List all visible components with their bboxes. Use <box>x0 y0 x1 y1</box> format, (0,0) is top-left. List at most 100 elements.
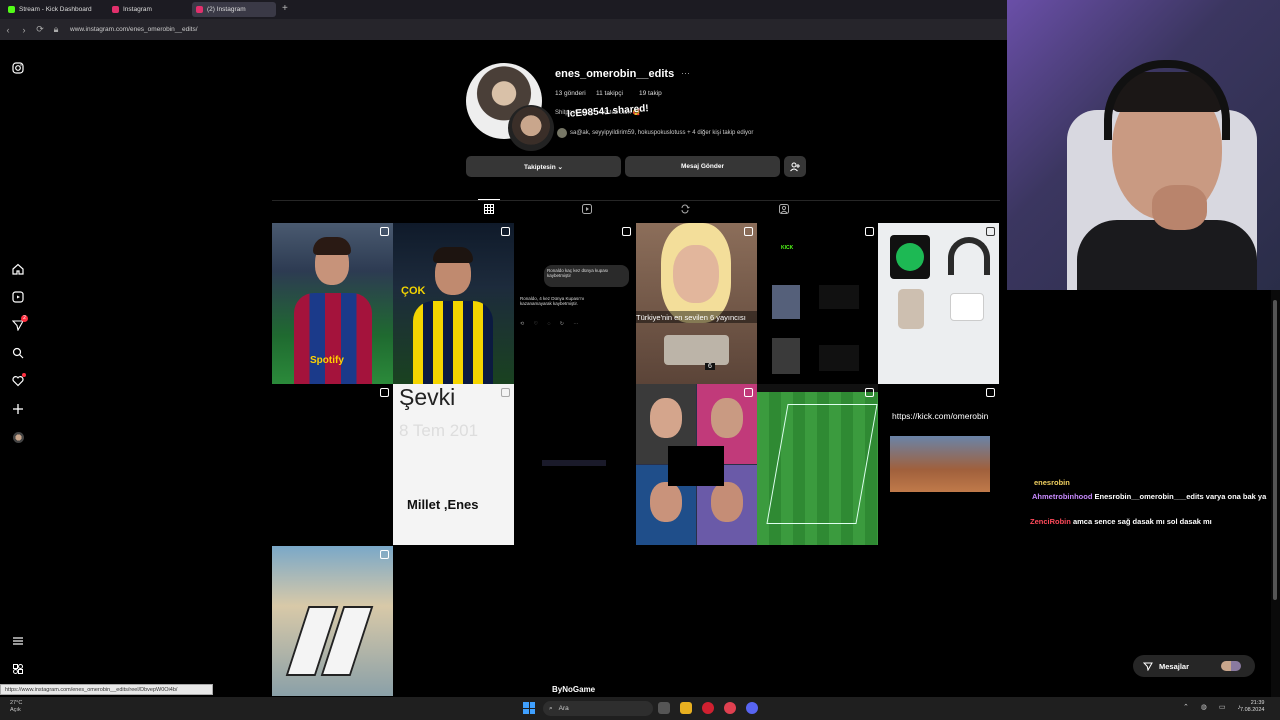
reel-icon <box>622 227 631 236</box>
following-count[interactable]: 19 takip <box>639 90 662 97</box>
chat-message: Ahmetrobinhood Enesrobin__omerobin___edi… <box>1032 491 1272 502</box>
post-tile[interactable]: Spotify <box>272 223 393 384</box>
post-tile[interactable]: KICK <box>757 223 878 384</box>
profile-avatar[interactable] <box>11 430 25 444</box>
clock-time: 21:39 <box>1250 700 1265 706</box>
tab-reposts-icon[interactable] <box>679 204 691 216</box>
tile-date: 8 Tem 201 <box>399 421 479 440</box>
suggest-people-button[interactable] <box>784 156 806 177</box>
chat-username: ZenciRobin <box>1030 517 1071 526</box>
kick-logo: KICK <box>781 245 794 251</box>
tab-kick-dashboard[interactable]: Stream - Kick Dashboard <box>4 2 102 17</box>
tile-title: Şevki <box>399 384 456 410</box>
tabs-divider <box>272 200 1000 201</box>
tab-reels-icon[interactable] <box>581 204 593 216</box>
followed-by-text[interactable]: sa@ak, seyyipyildirim59, hokuspokuslotus… <box>570 130 753 136</box>
reel-icon <box>380 227 389 236</box>
reload-icon[interactable]: ⟳ <box>32 24 48 35</box>
reel-icon <box>865 388 874 397</box>
chat-message: enesrobin <box>1034 478 1070 487</box>
tab-tagged-icon[interactable] <box>778 204 790 216</box>
post-tile[interactable]: Ronaldo kaç kez dünya kupası kaybetmişti… <box>514 223 635 384</box>
following-button[interactable]: Takiptesin ⌄ <box>466 156 621 177</box>
chat-text: Enesrobin__omerobin___edits varya ona ba… <box>1094 492 1267 501</box>
menu-icon[interactable] <box>11 634 25 648</box>
chat-username: Ahmetrobinhood <box>1032 492 1093 501</box>
reel-icon <box>501 227 510 236</box>
post-tile[interactable] <box>878 223 999 384</box>
kick-link-text: https://kick.com/omerobin <box>892 411 989 421</box>
instagram-logo-icon[interactable] <box>11 61 25 75</box>
create-icon[interactable] <box>11 402 25 416</box>
add-person-icon <box>790 162 800 171</box>
tile-bottom-text: Millet ,Enes <box>407 497 479 512</box>
chat-username: enesrobin <box>1034 478 1070 487</box>
chat-text: amca sence sağ dasak mı sol dasak mı <box>1072 517 1212 526</box>
post-tile[interactable]: Şevki 8 Tem 201 Millet ,Enes <box>393 384 514 545</box>
address-bar: ‹ › ⟳ 🔒︎ www.instagram.com/enes_omerobin… <box>0 19 1007 40</box>
reel-icon <box>380 550 389 559</box>
tab-instagram-active[interactable]: (2) Instagram <box>192 2 276 17</box>
back-icon[interactable]: ‹ <box>0 25 16 35</box>
home-icon[interactable] <box>11 262 25 276</box>
post-tile[interactable] <box>636 384 757 545</box>
reel-icon <box>380 388 389 397</box>
tab-instagram[interactable]: Instagram <box>108 2 190 17</box>
kick-favicon-icon <box>8 6 15 13</box>
active-tab-indicator <box>478 199 500 200</box>
new-tab-button[interactable]: + <box>282 3 288 14</box>
messages-icon[interactable]: 2 <box>11 315 28 332</box>
taskbar-clock[interactable]: 21:39 7.08.2024 <box>1240 700 1264 714</box>
lock-icon: 🔒︎ <box>53 24 59 34</box>
send-message-button[interactable]: Mesaj Gönder <box>625 156 780 177</box>
browser-tab-bar: Stream - Kick Dashboard Instagram (2) In… <box>0 0 1007 19</box>
reel-icon <box>986 388 995 397</box>
weather-widget[interactable]: 27°C Açık <box>10 700 22 714</box>
followers-count[interactable]: 11 takipçi <box>596 90 623 97</box>
messages-badge: 2 <box>21 315 28 322</box>
forward-icon[interactable]: › <box>16 25 32 35</box>
post-tile[interactable] <box>272 384 393 545</box>
reel-icon <box>744 388 753 397</box>
discord-icon[interactable] <box>746 702 758 714</box>
post-tile[interactable]: Türkiye'nin en sevilen 6 yayıncısı 6 <box>636 223 757 384</box>
messages-icon <box>1143 662 1153 671</box>
reels-icon[interactable] <box>11 290 25 304</box>
clock-date: 7.08.2024 <box>1240 707 1265 713</box>
messages-pill-button[interactable]: Mesajlar <box>1133 655 1255 677</box>
scrollbar-thumb[interactable] <box>1273 300 1277 600</box>
post-tile[interactable] <box>514 384 635 545</box>
search-placeholder: Ara <box>558 705 569 712</box>
weather-temp: 27°C <box>10 700 23 706</box>
tab-label: Instagram <box>123 6 152 13</box>
link-preview-status: https://www.instagram.com/enes_omerobin_… <box>0 684 213 695</box>
weather-condition: Açık <box>10 707 21 713</box>
file-explorer-icon[interactable] <box>680 702 692 714</box>
more-apps-icon[interactable] <box>11 662 25 676</box>
post-tile[interactable] <box>757 384 878 545</box>
reel-icon <box>744 227 753 236</box>
tab-posts-grid-icon[interactable] <box>483 204 495 216</box>
reel-icon <box>865 227 874 236</box>
task-view-icon[interactable] <box>658 702 670 714</box>
opera-gx-icon[interactable] <box>724 702 736 714</box>
taskbar-search[interactable]: ⌕ Ara <box>543 701 653 716</box>
options-icon[interactable]: ··· <box>681 68 690 78</box>
system-tray-icons[interactable]: ⌃ ◍ ▭ ♪ <box>1183 703 1246 711</box>
reel-icon <box>501 388 510 397</box>
stream-watermark: ByNoGame <box>552 685 596 694</box>
post-tile[interactable] <box>272 546 393 696</box>
post-tile[interactable]: https://kick.com/omerobin <box>878 384 999 545</box>
ai-reply: Ronaldo, 4 kez Dünya Kupası'nı kazanamay… <box>520 296 585 306</box>
message-avatars <box>1221 661 1242 671</box>
profile-username: enes_omerobin__edits <box>555 68 675 80</box>
url-field[interactable]: www.instagram.com/enes_omerobin__edits/ <box>70 26 198 33</box>
followed-by-avatars <box>557 128 567 138</box>
search-icon[interactable] <box>11 346 25 360</box>
tab-label: Stream - Kick Dashboard <box>19 6 92 13</box>
opera-icon[interactable] <box>702 702 714 714</box>
webcam-overlay <box>1007 0 1280 290</box>
post-tile[interactable]: ÇOK <box>393 223 514 384</box>
notifications-icon[interactable] <box>11 373 26 388</box>
windows-start-icon[interactable] <box>523 702 535 714</box>
